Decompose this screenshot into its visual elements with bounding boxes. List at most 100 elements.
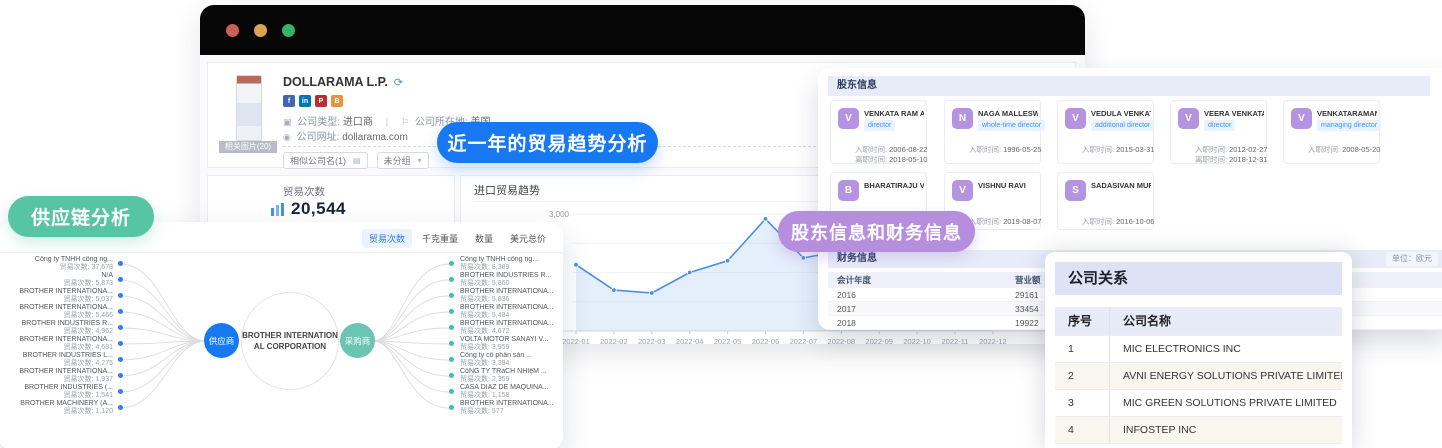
bar-chart-icon	[271, 202, 284, 216]
company-type-label: 公司类型:	[297, 117, 341, 128]
join-date: 2008-05-20	[1342, 145, 1381, 154]
finance-title: 财务信息	[837, 253, 877, 264]
product-image	[236, 75, 262, 141]
panel-icon: ▤	[353, 156, 361, 165]
company-relations-card: 公司关系 序号 公司名称 1 MIC ELECTRONICS INC 2 AVNI E…	[1045, 252, 1352, 448]
supplier-item[interactable]: BROTHER MACHINERY (A... 贸易次数: 1,120	[3, 400, 123, 416]
svg-text:2022-01: 2022-01	[562, 337, 590, 346]
maximize-window-button[interactable]	[282, 23, 295, 37]
supplier-item[interactable]: BROTHER INDUSTRIES (... 贸易次数: 1,541	[3, 384, 123, 400]
facebook-icon[interactable]: f	[283, 95, 295, 107]
linkedin-icon[interactable]: in	[299, 95, 311, 107]
role-badge: additional director	[1091, 120, 1155, 131]
supplier-item[interactable]: BROTHER INDUSTRIES R... 贸易次数: 4,962	[3, 320, 123, 336]
supplier-item[interactable]: BROTHER INTERNATIONA... 贸易次数: 1,937	[3, 368, 123, 384]
node-dot	[118, 277, 123, 282]
node-dot	[118, 357, 123, 362]
company-website-value[interactable]: dollarama.com	[342, 132, 408, 143]
svg-text:2022-05: 2022-05	[714, 337, 742, 346]
buyer-item[interactable]: VOLTA MOTOR SANAYİ V... 贸易次数: 3,959	[449, 336, 560, 352]
node-dot	[118, 325, 123, 330]
supplier-item[interactable]: Công ty TNHH công ng... 贸易次数: 37,678	[3, 256, 123, 272]
svg-text:2022-02: 2022-02	[600, 337, 628, 346]
relations-title: 公司关系	[1055, 262, 1342, 295]
trend-callout-pill: 近一年的贸易趋势分析	[437, 122, 658, 163]
close-window-button[interactable]	[226, 23, 239, 37]
pinterest-icon[interactable]: P	[315, 95, 327, 107]
similar-company-select[interactable]: 相似公司名(1) ▤	[283, 152, 368, 169]
leave-date: 2018-12-31	[1229, 155, 1268, 164]
refresh-icon[interactable]: ⟳	[394, 77, 403, 89]
group-select[interactable]: 未分组 ▾	[376, 152, 429, 169]
svg-text:2022-07: 2022-07	[790, 337, 818, 346]
svg-text:2022-08: 2022-08	[828, 337, 856, 346]
node-dot	[118, 389, 123, 394]
svg-text:2022-09: 2022-09	[865, 337, 893, 346]
company-type-icon: ▣	[283, 117, 292, 127]
buyer-item[interactable]: BROTHER INTERNATIONA... 贸易次数: 4,672	[449, 320, 560, 336]
minimize-window-button[interactable]	[254, 23, 267, 37]
globe-icon: ◉	[283, 132, 291, 142]
shareholder-name: VEERA VENKATA SATYA...	[1204, 109, 1264, 118]
buyer-item[interactable]: BROTHER INTERNATIONA... 贸易次数: 5,484	[449, 304, 560, 320]
buyer-node[interactable]: 采购商	[340, 323, 375, 358]
avatar: V	[952, 180, 973, 201]
leave-date-label: 离职时间:	[1195, 155, 1228, 164]
svg-text:2022-04: 2022-04	[676, 337, 704, 346]
buyer-item[interactable]: Công ty TNHH công ng... 贸易次数: 8,389	[449, 256, 560, 272]
shareholder-card: V VENKATA RAM ATLURI director 入职时间:2006-…	[830, 100, 927, 164]
node-dot	[449, 373, 454, 378]
buyer-item[interactable]: BROTHER INTERNATIONA... 贸易次数: 5,836	[449, 288, 560, 304]
buyer-list: Công ty TNHH công ng... 贸易次数: 8,389 BROTH…	[449, 256, 560, 416]
buyer-item[interactable]: Công ty cổ phần sản ... 贸易次数: 3,394	[449, 352, 560, 368]
buyer-item[interactable]: CASA DIAZ DE MAQUINA... 贸易次数: 1,158	[449, 384, 560, 400]
svg-text:2022-03: 2022-03	[638, 337, 666, 346]
currency-unit-badge: 单位：欧元	[1386, 252, 1438, 266]
trade-count-value: 20,544	[291, 199, 346, 218]
relation-row: 2 AVNI ENERGY SOLUTIONS PRIVATE LIMITED	[1055, 363, 1342, 390]
supplier-item[interactable]: BROTHER INDUSTRIES L... 贸易次数: 4,275	[3, 352, 123, 368]
node-dot	[449, 309, 454, 314]
related-images-label: 相关图片(20)	[219, 141, 277, 153]
location-icon: ⚐	[401, 117, 410, 127]
avatar: B	[838, 180, 859, 201]
supplier-item[interactable]: N/A 贸易次数: 5,873	[3, 272, 123, 288]
role-badge: director	[864, 120, 896, 131]
hub-company-node[interactable]: BROTHER INTERNATION AL CORPORATION	[241, 292, 339, 390]
relation-row: 1 MIC ELECTRONICS INC	[1055, 336, 1342, 363]
node-dot	[449, 261, 454, 266]
relations-table: 序号 公司名称 1 MIC ELECTRONICS INC 2 AVNI ENERGY…	[1055, 307, 1342, 444]
svg-text:3,000: 3,000	[549, 210, 570, 219]
node-dot	[449, 277, 454, 282]
shareholder-card: V VENKATARAMANA MAG... managing director…	[1283, 100, 1382, 164]
stage: 相关图片(20) DOLLARAMA L.P. ⟳ f in P B ▣ 公司类型…	[0, 0, 1442, 448]
company-website-row: ◉ 公司网址: dollarama.com	[283, 128, 408, 143]
join-date: 2012-02-27	[1229, 145, 1268, 154]
chevron-down-icon: ▾	[417, 156, 422, 165]
buyer-item[interactable]: CôNG TY TRáCH NHIệM ... 贸易次数: 2,359	[449, 368, 560, 384]
join-date-label: 入职时间:	[855, 145, 888, 154]
buyer-item[interactable]: BROTHER INDUSTRIES R... 贸易次数: 5,860	[449, 272, 560, 288]
role-badge: whole-time director	[978, 120, 1046, 131]
node-dot	[118, 341, 123, 346]
node-dot	[118, 293, 123, 298]
join-date: 2015-03-31	[1116, 145, 1155, 154]
avatar: V	[838, 108, 859, 129]
node-dot	[449, 293, 454, 298]
supplier-item[interactable]: BROTHER INTERNATIONA... 贸易次数: 4,681	[3, 336, 123, 352]
avatar: V	[1065, 108, 1086, 129]
supplier-item[interactable]: BROTHER INTERNATIONA... 贸易次数: 5,466	[3, 304, 123, 320]
company-name: DOLLARAMA L.P.	[283, 75, 388, 89]
relation-row: 4 INFOSTEP INC	[1055, 417, 1342, 444]
supplier-node[interactable]: 供应商	[204, 323, 239, 358]
blog-icon[interactable]: B	[331, 95, 343, 107]
relations-table-header: 序号 公司名称	[1055, 307, 1342, 336]
svg-text:2022-06: 2022-06	[752, 337, 780, 346]
buyer-item[interactable]: BROTHER INTERNATIONA... 贸易次数: 577	[449, 400, 560, 416]
supply-chain-card: 贸易次数 千克重量 数量 美元总价 BROTHER INTERNATION AL…	[0, 222, 563, 448]
shareholder-name: VEDULA VENKATA RAM...	[1091, 109, 1151, 118]
supplier-item[interactable]: BROTHER INTERNATIONA... 贸易次数: 5,037	[3, 288, 123, 304]
shareholder-name: VISHNU RAVI	[978, 181, 1026, 190]
avatar: V	[1178, 108, 1199, 129]
product-thumbnail[interactable]: 相关图片(20)	[219, 73, 277, 155]
